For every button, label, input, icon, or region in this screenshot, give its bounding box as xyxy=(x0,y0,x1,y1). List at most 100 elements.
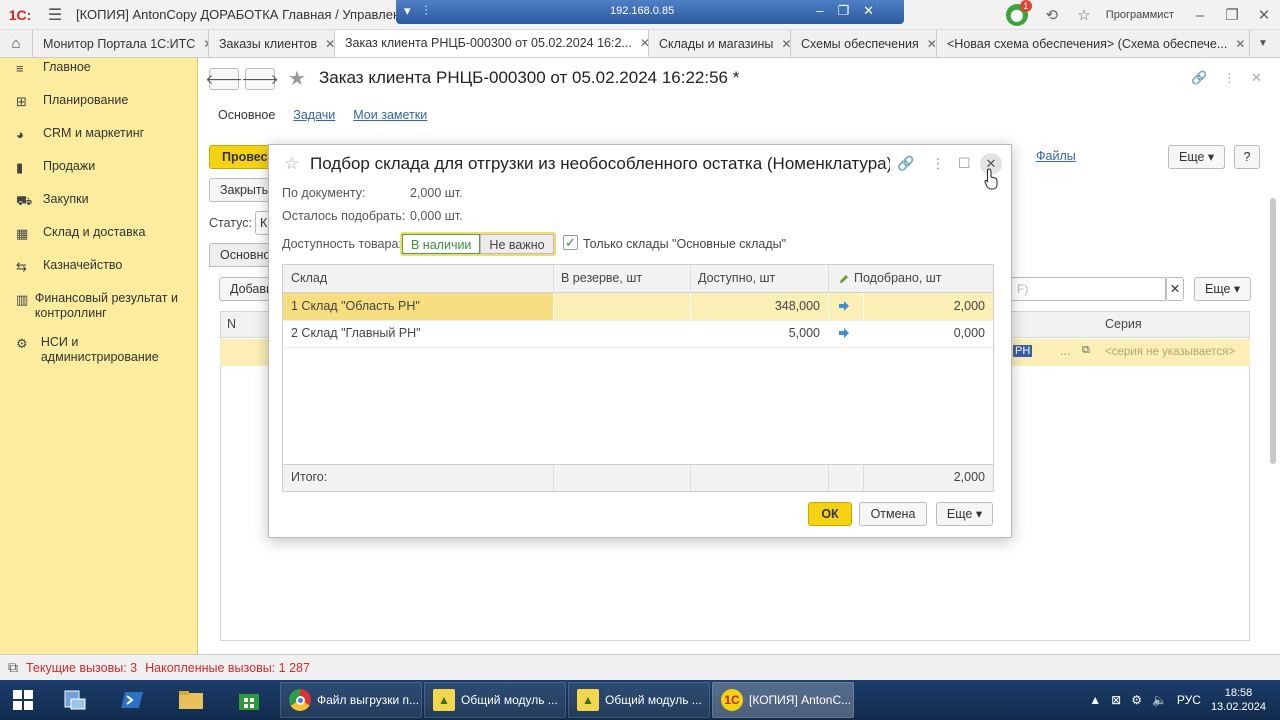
ok-button[interactable]: ОК xyxy=(808,502,852,526)
row-choose-button[interactable]: ... xyxy=(1060,344,1070,358)
rdp-minimize-icon[interactable]: – xyxy=(816,3,823,19)
sidebar-item-planning[interactable]: ⊞ Планирование xyxy=(0,93,197,126)
close-icon[interactable]: ✕ xyxy=(1235,37,1245,51)
transfer-arrow-icon[interactable] xyxy=(838,327,850,339)
sidebar-item-admin[interactable]: ⚙ НСИ и администрирование xyxy=(0,335,197,379)
rdp-restore-icon[interactable]: ❐ xyxy=(837,3,849,19)
file-explorer-icon[interactable] xyxy=(162,680,220,720)
tab-tasks[interactable]: Задачи xyxy=(293,108,335,122)
col-available[interactable]: Доступно, шт xyxy=(690,265,828,292)
row2-selected[interactable]: 0,000 xyxy=(863,320,993,347)
store-icon[interactable] xyxy=(220,680,278,720)
row2-available[interactable]: 5,000 xyxy=(690,320,828,347)
table-more-button[interactable]: Еще ▾ xyxy=(1194,277,1251,301)
only-main-warehouses-checkbox[interactable]: ✓ xyxy=(563,235,578,250)
maximize-icon[interactable]: ☐ xyxy=(958,155,971,172)
tab-client-order[interactable]: Заказ клиента РНЦБ-000300 от 05.02.2024 … xyxy=(335,30,649,57)
more-vertical-icon[interactable]: ⋮ xyxy=(1223,70,1236,86)
current-user[interactable]: Программист xyxy=(1106,9,1174,21)
tab-warehouses[interactable]: Склады и магазины ✕ xyxy=(649,30,791,57)
help-button[interactable]: ? xyxy=(1234,145,1260,169)
post-and-close-button[interactable]: Провести и закрыть xyxy=(209,145,275,169)
only-main-warehouses-label[interactable]: Только склады "Основные склады" xyxy=(583,237,786,251)
files-link[interactable]: Файлы xyxy=(1036,149,1076,163)
scrollbar-thumb[interactable] xyxy=(1270,198,1276,464)
col-reserved[interactable]: В резерве, шт xyxy=(553,265,690,292)
network-icon[interactable]: ⊠ xyxy=(1111,693,1121,707)
row2-reserved[interactable] xyxy=(553,320,690,347)
tray-expand-icon[interactable]: ▲ xyxy=(1089,693,1101,707)
taskbar-app-configurator-2[interactable]: ▲ Общий модуль ... xyxy=(568,682,710,718)
availability-any[interactable]: Не важно xyxy=(480,234,554,254)
favorites-icon[interactable]: ☆ xyxy=(1068,6,1100,24)
more-vertical-icon[interactable]: ⋮ xyxy=(931,155,945,172)
forward-button[interactable]: 🡒 xyxy=(241,68,279,90)
tab-new-supply-scheme[interactable]: <Новая схема обеспечения> (Схема обеспеч… xyxy=(937,30,1250,57)
history-icon[interactable]: ⟲ xyxy=(1036,6,1068,24)
transfer-arrow-icon[interactable] xyxy=(838,300,850,312)
tab-main[interactable]: Основное xyxy=(218,108,275,122)
close-button[interactable]: Закрыть xyxy=(209,178,269,202)
favorite-star-icon[interactable]: ☆ xyxy=(284,154,299,174)
taskbar-app-configurator-1[interactable]: ▲ Общий модуль ... xyxy=(424,682,566,718)
sidebar-item-crm[interactable]: ◕ CRM и маркетинг xyxy=(0,126,197,159)
language-indicator[interactable]: РУС xyxy=(1177,693,1201,707)
taskbar-app-1c[interactable]: 1С [КОПИЯ] AntonC... xyxy=(712,682,854,718)
favorite-star-icon[interactable]: ★ xyxy=(288,66,306,91)
close-form-icon[interactable]: ✕ xyxy=(1251,70,1262,86)
sidebar-item-warehouse[interactable]: ▦ Склад и доставка xyxy=(0,225,197,258)
taskbar-app-chrome[interactable]: Файл выгрузки п... xyxy=(280,682,422,718)
sidebar-item-main[interactable]: ≡ Главное xyxy=(0,60,197,93)
form-scrollbar[interactable] xyxy=(1266,178,1280,638)
tab-client-orders[interactable]: Заказы клиентов ✕ xyxy=(209,30,335,57)
powershell-icon[interactable] xyxy=(104,680,162,720)
rdp-close-icon[interactable]: ✕ xyxy=(863,3,874,19)
tab-supply-schemes[interactable]: Схемы обеспечения ✕ xyxy=(791,30,937,57)
link-icon[interactable]: 🔗 xyxy=(897,155,914,172)
row1-available[interactable]: 348,000 xyxy=(690,293,828,320)
cancel-button[interactable]: Отмена xyxy=(859,502,927,526)
row1-selected[interactable]: 2,000 xyxy=(863,293,993,320)
close-icon[interactable]: ✕ xyxy=(927,37,936,51)
notifications-icon[interactable]: ⬤ 1 xyxy=(1005,0,1032,26)
current-calls[interactable]: Текущие вызовы: 3 xyxy=(26,661,137,675)
1c-logo-icon[interactable]: 1С: xyxy=(0,0,40,30)
start-button[interactable] xyxy=(0,680,46,720)
sidebar-item-treasury[interactable]: ⇆ Казначейство xyxy=(0,258,197,291)
tab-portal-monitor[interactable]: Монитор Портала 1С:ИТС✕ xyxy=(33,30,209,57)
pin-icon[interactable]: ▾ xyxy=(404,3,411,19)
row2-warehouse[interactable]: 2 Склад "Главный РН" xyxy=(283,320,553,347)
inner-tab-main[interactable]: Основное xyxy=(209,243,271,267)
close-window-icon[interactable]: ✕ xyxy=(1248,6,1280,24)
sidebar-item-sales[interactable]: ▮ Продажи xyxy=(0,159,197,192)
close-icon[interactable]: ✕ xyxy=(781,37,790,51)
row1-warehouse[interactable]: 1 Склад "Область РН" xyxy=(283,293,553,320)
home-icon[interactable]: ⌂ xyxy=(0,30,33,57)
sidebar-item-purchases[interactable]: ⛟ Закупки xyxy=(0,192,197,225)
tab-notes[interactable]: Мои заметки xyxy=(353,108,427,122)
main-menu-icon[interactable]: ☰ xyxy=(40,5,70,25)
col-selected[interactable]: Подобрано, шт xyxy=(828,265,993,292)
clear-search-icon[interactable]: ✕ xyxy=(1166,277,1184,301)
windows-stack-icon[interactable]: ⧉ xyxy=(8,659,18,676)
back-button[interactable]: 🡐 xyxy=(205,68,243,90)
restore-icon[interactable]: ❐ xyxy=(1216,6,1248,24)
close-icon[interactable]: ✕ xyxy=(325,37,334,51)
volume-icon[interactable]: 🔈 xyxy=(1152,693,1167,707)
minimize-icon[interactable]: – xyxy=(1184,7,1216,24)
tray-app-icon[interactable]: ⚙ xyxy=(1131,693,1142,707)
clock[interactable]: 18:58 13.02.2024 xyxy=(1211,686,1266,714)
server-manager-icon[interactable] xyxy=(46,680,104,720)
col-warehouse[interactable]: Склад xyxy=(283,265,553,292)
more-button[interactable]: Еще ▾ xyxy=(1168,145,1225,169)
close-icon[interactable]: ✕ xyxy=(640,36,648,50)
tabs-dropdown-icon[interactable]: ▼ xyxy=(1250,30,1276,57)
link-icon[interactable]: 🔗 xyxy=(1191,70,1207,86)
row-series-value[interactable]: <серия не указывается> xyxy=(1105,346,1235,358)
sidebar-item-finance[interactable]: ▥ Финансовый результат и контроллинг xyxy=(0,291,197,335)
accumulated-calls[interactable]: Накопленные вызовы: 1 287 xyxy=(145,661,310,675)
availability-in-stock[interactable]: В наличии xyxy=(402,234,481,254)
dialog-more-button[interactable]: Еще ▾ xyxy=(936,502,993,526)
add-row-button[interactable]: Добавить xyxy=(219,277,275,301)
open-icon[interactable]: ⧉ xyxy=(1082,344,1090,357)
